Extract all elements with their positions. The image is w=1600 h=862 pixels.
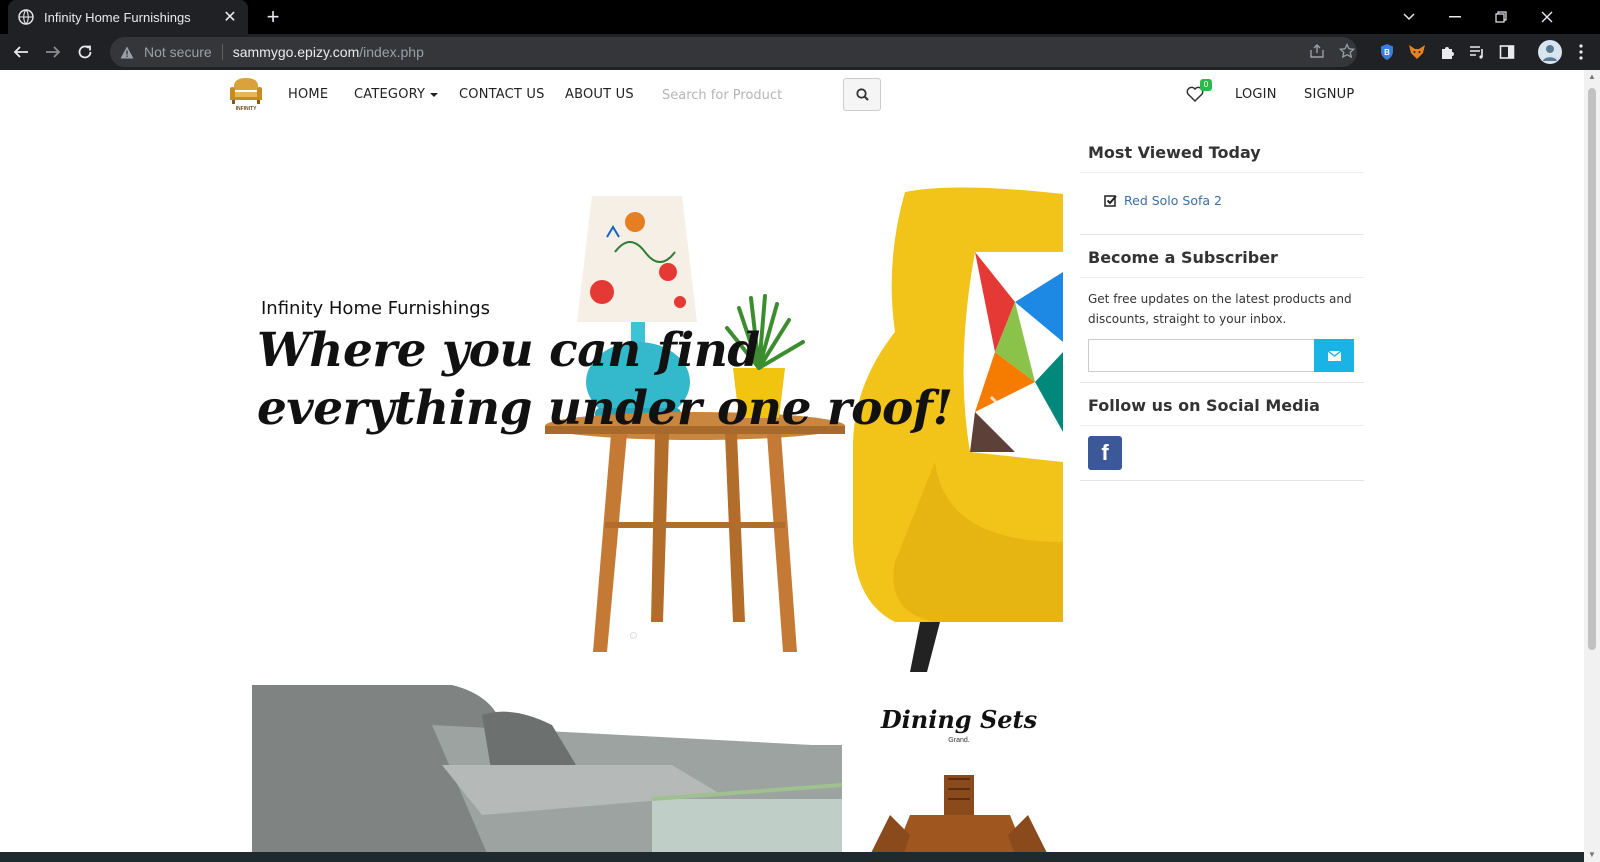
nav-signup[interactable]: SIGNUP [1304,87,1354,102]
hero-subtitle: Infinity Home Furnishings [261,298,491,319]
facebook-icon[interactable]: f [1088,436,1122,470]
fox-extension-icon[interactable] [1406,41,1428,63]
profile-avatar-icon[interactable] [1538,40,1562,64]
nav-category-label: CATEGORY [354,87,426,102]
tab-search-icon[interactable] [1386,0,1432,34]
close-window-icon[interactable] [1524,0,1570,34]
page-scrollbar[interactable]: ▲ ▼ [1584,70,1600,862]
webpage: INFINITY HOME CATEGORY CONTACT US ABOUT … [0,70,1584,862]
tab-title: Infinity Home Furnishings [44,9,191,25]
most-viewed-item[interactable]: Red Solo Sofa 2 [1080,173,1364,234]
grey-sofa-image [252,685,842,862]
scrollbar-thumb[interactable] [1588,88,1596,650]
puzzle-extensions-icon[interactable] [1436,41,1458,63]
hero-carousel[interactable]: Infinity Home Furnishings Where you can … [255,182,1063,672]
subscriber-title: Become a Subscriber [1080,235,1364,278]
hero-title-line-2: everything under one roof! [257,381,953,436]
dining-table-image [870,775,1048,862]
side-panel-icon[interactable] [1496,41,1518,63]
nav-home[interactable]: HOME [288,87,328,102]
subscriber-description: Get free updates on the latest products … [1088,292,1352,326]
carousel-next-icon[interactable] [988,394,1004,425]
nav-about[interactable]: ABOUT US [565,87,634,102]
envelope-icon [1327,350,1341,361]
shield-extension-icon[interactable]: B [1376,41,1398,63]
site-logo[interactable]: INFINITY [228,76,264,114]
social-title: Follow us on Social Media [1080,383,1364,426]
menu-kebab-icon[interactable] [1570,41,1592,63]
minimize-icon[interactable] [1432,0,1478,34]
new-tab-button[interactable]: + [260,4,286,30]
subscribe-button[interactable] [1314,339,1354,372]
browser-tab-strip: Infinity Home Furnishings ✕ + [0,0,1600,34]
nav-contact[interactable]: CONTACT US [459,87,545,102]
most-viewed-title: Most Viewed Today [1080,130,1364,173]
address-divider [221,44,223,60]
scroll-down-arrow-icon[interactable]: ▼ [1588,850,1596,860]
browser-toolbar: Not secure sammygo.epizy.com /index.php … [0,34,1600,70]
caret-down-icon [430,92,439,97]
page-bottom-strip [0,852,1584,862]
reading-list-icon[interactable] [1466,41,1488,63]
sofa-banner[interactable] [252,685,842,862]
search-input[interactable] [652,78,834,112]
hero-title-line-1: Where you can find [257,323,760,378]
logo-text: INFINITY [235,106,257,112]
most-viewed-link[interactable]: Red Solo Sofa 2 [1124,193,1222,208]
subscribe-form [1080,339,1364,382]
address-bar[interactable]: Not secure sammygo.epizy.com /index.php [110,37,1357,67]
site-navbar: INFINITY HOME CATEGORY CONTACT US ABOUT … [0,70,1584,120]
subscribe-email-input[interactable] [1088,339,1314,372]
scroll-up-arrow-icon[interactable]: ▲ [1588,72,1596,82]
dining-sets-banner[interactable]: Dining Sets Grand. [870,685,1048,862]
most-viewed-section: Most Viewed Today Red Solo Sofa 2 [1080,130,1364,235]
share-icon[interactable] [1306,40,1328,62]
sidebar: Most Viewed Today Red Solo Sofa 2 Become… [1080,130,1364,481]
subscriber-section: Become a Subscriber Get free updates on … [1080,235,1364,383]
not-secure-label[interactable]: Not secure [144,44,212,60]
svg-text:B: B [1384,48,1390,57]
checkbox-checked-icon [1104,194,1117,207]
bookmark-star-icon[interactable] [1336,40,1358,62]
back-icon[interactable] [6,37,36,67]
reload-icon[interactable] [70,37,100,67]
warning-icon[interactable] [120,46,138,59]
sofa-logo-icon [230,78,262,104]
nav-login[interactable]: LOGIN [1235,87,1277,102]
wishlist-count-badge: 0 [1200,79,1212,91]
globe-icon [18,9,34,25]
search-icon [855,88,869,101]
carousel-indicator[interactable] [630,632,637,639]
browser-tab[interactable]: Infinity Home Furnishings ✕ [8,0,248,34]
close-tab-icon[interactable]: ✕ [222,9,238,26]
url-path: /index.php [359,44,424,60]
nav-category[interactable]: CATEGORY [354,87,439,102]
social-section: Follow us on Social Media f [1080,383,1364,481]
url-host: sammygo.epizy.com [232,44,360,60]
forward-icon[interactable] [38,37,68,67]
hero-title: Where you can find everything under one … [257,322,953,438]
search-button[interactable] [843,78,881,111]
restore-icon[interactable] [1478,0,1524,34]
